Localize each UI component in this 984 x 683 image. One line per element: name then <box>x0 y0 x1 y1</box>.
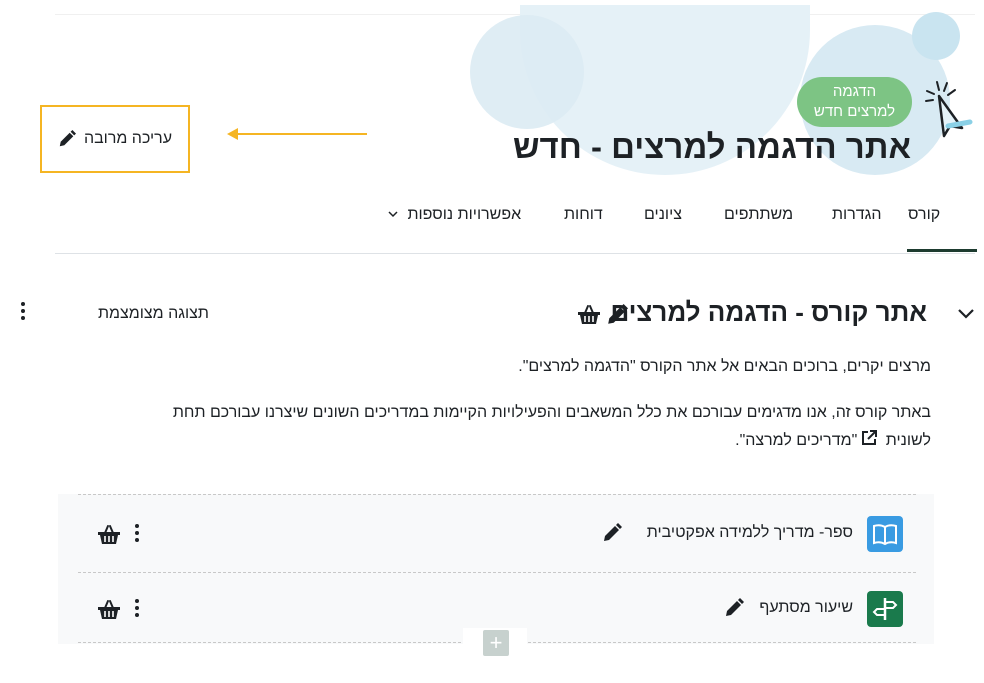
chevron-down-icon <box>388 211 398 218</box>
external-link-icon <box>862 430 878 445</box>
demo-badge-line2: למרצים חדש <box>813 103 896 120</box>
active-tab-indicator <box>907 249 977 252</box>
demo-badge-line1: הדגמה <box>832 83 877 100</box>
activity-menu-kebab-icon[interactable] <box>134 524 140 544</box>
row-divider <box>78 572 916 573</box>
basket-icon[interactable] <box>577 304 601 326</box>
signpost-icon <box>867 591 903 627</box>
activity-name-book[interactable]: ספר- מדריך ללמידה אפקטיבית <box>647 524 853 542</box>
tab-more-label: אפשרויות נוספות <box>407 206 522 223</box>
intro-paragraph-2-line2: לשונית "מדריכים למרצה". <box>735 426 931 456</box>
tab-grades[interactable]: ציונים <box>644 206 682 224</box>
arrow-left-annotation <box>227 128 367 140</box>
tab-course[interactable]: קורס <box>908 206 940 224</box>
top-divider <box>55 14 975 15</box>
activity-list <box>58 494 934 644</box>
intro-paragraph-1: מרצים יקרים, ברוכים הבאים אל אתר הקורס "… <box>518 358 931 375</box>
course-tabs: קורס הגדרות משתתפים ציונים דוחות אפשרויו… <box>55 192 977 254</box>
tab-more[interactable]: אפשרויות נוספות <box>388 206 521 224</box>
activity-menu-kebab-icon[interactable] <box>134 599 140 619</box>
tab-settings[interactable]: הגדרות <box>832 206 882 224</box>
page-title: אתר הדגמה למרצים - חדש <box>512 128 911 165</box>
section-title: אתר קורס - הדגמה למרצים <box>610 297 927 327</box>
basket-icon[interactable] <box>97 599 121 621</box>
decor-bubble <box>912 12 960 60</box>
collapse-chevron-icon[interactable] <box>956 306 976 322</box>
tab-reports[interactable]: דוחות <box>564 206 603 224</box>
row-divider <box>78 494 916 495</box>
pencil-icon <box>59 130 76 147</box>
pencil-icon[interactable] <box>602 523 622 543</box>
cursor-pointer-icon <box>925 81 973 138</box>
bulk-edit-button[interactable]: עריכה מרובה <box>40 105 190 173</box>
pencil-icon[interactable] <box>724 598 744 618</box>
basket-icon[interactable] <box>97 524 121 546</box>
section-menu-kebab-icon[interactable] <box>20 302 26 322</box>
intro-paragraph-2-line1: באתר קורס זה, אנו מדגימים עבורכם את כלל … <box>172 404 931 421</box>
activity-name-lesson[interactable]: שיעור מסתעף <box>759 599 853 617</box>
collapsed-view-link[interactable]: תצוגה מצומצמת <box>98 305 209 323</box>
add-activity-button[interactable]: + <box>463 628 527 658</box>
lecturer-guides-link[interactable]: "מדריכים למרצה". <box>735 432 857 449</box>
demo-badge: הדגמה למרצים חדש <box>797 77 912 127</box>
tab-participants[interactable]: משתתפים <box>724 206 793 224</box>
edit-section-pencil-icon[interactable] <box>606 304 628 326</box>
decor-bubble <box>470 15 584 129</box>
tab-word: לשונית <box>885 432 931 449</box>
book-icon <box>867 516 903 552</box>
plus-icon: + <box>483 630 509 656</box>
bulk-edit-label: עריכה מרובה <box>83 130 173 147</box>
